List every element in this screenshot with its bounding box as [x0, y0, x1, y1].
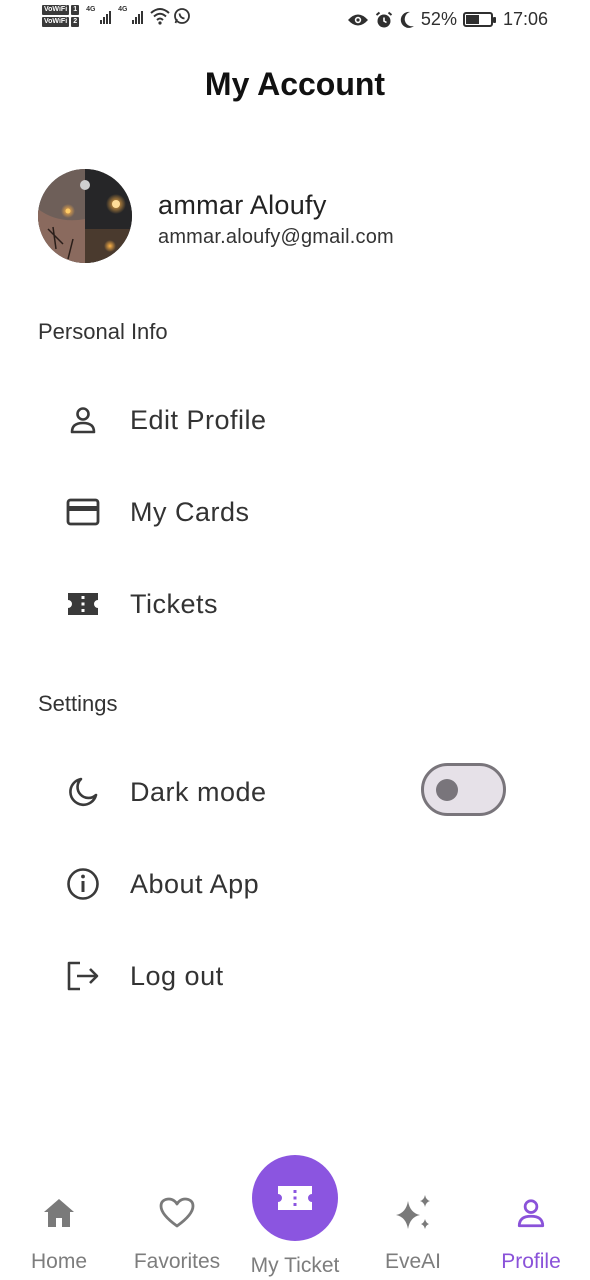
section-title-personal-info: Personal Info	[38, 319, 168, 344]
card-icon	[60, 489, 106, 535]
bottom-nav: Home Favorites My Ticket EveAI Profile	[0, 1150, 590, 1280]
menu-item-log-out[interactable]: Log out	[60, 949, 530, 1003]
nav-label-profile: Profile	[501, 1250, 561, 1273]
menu-item-label: Tickets	[130, 588, 219, 619]
status-bar: VoWiFi 1 VoWiFi 2 4G 4G 52% 17:06	[0, 0, 590, 40]
section-title-settings: Settings	[38, 691, 118, 716]
toggle-knob	[436, 779, 458, 801]
network-type-2: 4G	[118, 6, 128, 13]
nav-label-eveai: EveAI	[384, 1250, 442, 1273]
nav-profile[interactable]: Profile	[472, 1190, 590, 1274]
nav-label-home: Home	[30, 1250, 88, 1273]
menu-item-about-app[interactable]: About App	[60, 857, 530, 911]
vowifi-tag-2: VoWiFi	[42, 17, 70, 27]
status-left: VoWiFi 1 VoWiFi 2 4G 4G	[42, 5, 191, 27]
sparkle-icon	[354, 1190, 472, 1236]
home-icon	[0, 1190, 118, 1236]
menu-item-my-cards[interactable]: My Cards	[60, 485, 530, 539]
page-title: My Account	[204, 66, 386, 102]
logout-icon	[60, 953, 106, 999]
alarm-icon	[375, 11, 393, 27]
person-icon	[472, 1190, 590, 1236]
user-name: ammar Aloufy	[158, 190, 327, 220]
nav-home[interactable]: Home	[0, 1190, 118, 1274]
vowifi-indicators: VoWiFi 1 VoWiFi 2	[42, 5, 80, 27]
menu-item-edit-profile[interactable]: Edit Profile	[60, 393, 530, 447]
dark-mode-toggle[interactable]	[421, 763, 506, 816]
nav-eveai[interactable]: EveAI	[354, 1190, 472, 1274]
network-type-1: 4G	[86, 6, 96, 13]
heart-icon	[118, 1190, 236, 1236]
nav-my-ticket-button[interactable]	[252, 1155, 338, 1241]
whatsapp-icon	[174, 8, 191, 24]
person-icon	[60, 397, 106, 443]
signal-icon-1: 4G	[86, 6, 112, 24]
menu-item-label: Log out	[130, 960, 224, 991]
moon-icon	[60, 769, 106, 815]
user-email: ammar.aloufy@gmail.com	[158, 226, 394, 248]
sim2-number: 2	[71, 17, 80, 27]
ticket-icon	[60, 581, 106, 627]
nav-label-favorites: Favorites	[133, 1250, 221, 1273]
moon-status-icon	[400, 11, 414, 28]
ticket-icon	[278, 1186, 312, 1210]
eye-icon	[347, 14, 368, 25]
nav-favorites[interactable]: Favorites	[118, 1190, 236, 1274]
menu-item-label: Dark mode	[130, 776, 267, 807]
sim1-number: 1	[71, 5, 80, 15]
menu-item-label: About App	[130, 868, 260, 899]
avatar[interactable]	[38, 169, 132, 263]
wifi-icon	[150, 8, 170, 25]
menu-item-label: Edit Profile	[130, 404, 267, 435]
menu-item-tickets[interactable]: Tickets	[60, 577, 530, 631]
battery-percent: 52%	[420, 9, 457, 29]
battery-icon	[462, 12, 496, 27]
status-right: 52% 17:06	[347, 9, 548, 30]
signal-icon-2: 4G	[118, 6, 144, 24]
menu-item-label: My Cards	[130, 496, 250, 527]
vowifi-tag-1: VoWiFi	[42, 5, 70, 15]
nav-label-my-ticket: My Ticket	[250, 1254, 340, 1277]
status-time: 17:06	[502, 9, 548, 29]
info-icon	[60, 861, 106, 907]
